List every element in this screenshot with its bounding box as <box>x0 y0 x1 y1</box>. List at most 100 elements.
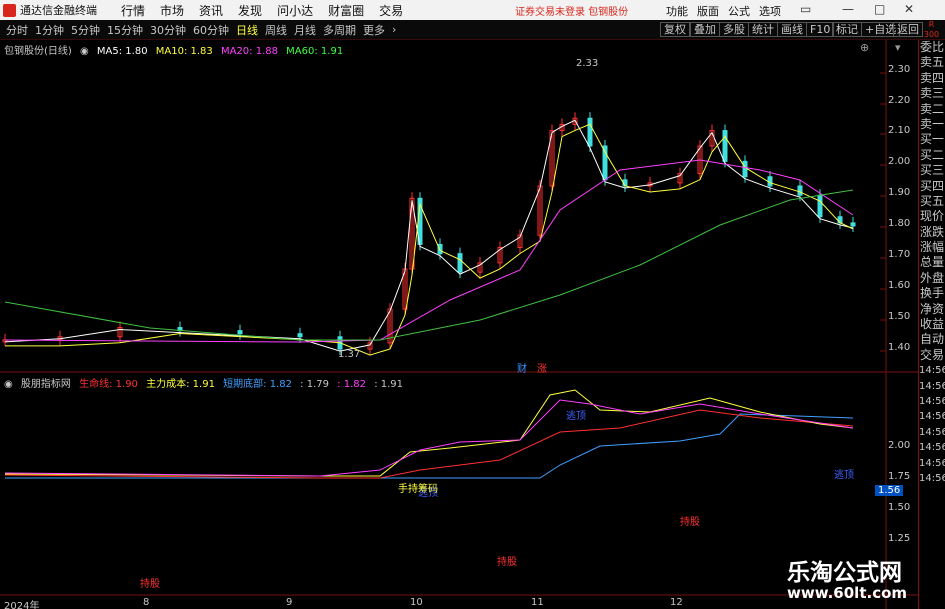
right-panel-item[interactable]: 收益 <box>919 317 945 332</box>
right-panel-item[interactable]: 14:56 <box>919 394 945 409</box>
indicator-settings-icon[interactable]: ◉ <box>4 379 13 390</box>
ma60-legend: MA60: 1.91 <box>286 46 344 57</box>
rise-mark[interactable]: 涨 <box>537 360 547 375</box>
menu-layout[interactable]: 版面 <box>697 3 719 19</box>
main-cost-legend: 主力成本: 1.91 <box>146 379 215 390</box>
right-panel-item[interactable]: 换手 <box>919 286 945 301</box>
right-panel-item[interactable]: 卖二 <box>919 102 945 117</box>
app-title: 通达信金融终端 <box>20 4 97 17</box>
low-price-label: 1.37 <box>338 349 361 360</box>
right-panel-item[interactable]: 买三 <box>919 163 945 178</box>
series4-legend: : 1.79 <box>300 379 329 390</box>
period-tab[interactable]: 月线 <box>294 22 316 38</box>
right-panel-item[interactable]: 14:56 <box>919 379 945 394</box>
right-panel-item[interactable]: 买一 <box>919 132 945 147</box>
lifeline-line <box>4 409 854 479</box>
right-panel-item[interactable]: 卖三 <box>919 86 945 101</box>
x-tick: 9 <box>286 597 293 608</box>
period-tab[interactable]: 周线 <box>265 22 287 38</box>
draw-line-button[interactable]: 画线 <box>777 22 807 37</box>
right-panel-item[interactable]: 14:56 <box>919 409 945 424</box>
right-panel-item[interactable]: 14:56 <box>919 440 945 455</box>
mark-button[interactable]: 标记 <box>832 22 862 37</box>
restore-rights-button[interactable]: 复权 <box>660 22 690 37</box>
menu-discover[interactable]: 发现 <box>238 2 262 19</box>
right-panel-item[interactable]: 涨跌 <box>919 225 945 240</box>
right-panel-item[interactable]: 外盘 <box>919 271 945 286</box>
x-tick: 10 <box>410 597 423 608</box>
right-panel-item[interactable]: 交易 <box>919 348 945 363</box>
candle <box>797 185 803 196</box>
multi-stock-button[interactable]: 多股 <box>719 22 749 37</box>
y-tick: 1.90 <box>888 187 911 198</box>
period-tab[interactable]: 5分钟 <box>71 22 100 38</box>
pin-icon[interactable]: ⊕ <box>860 41 869 54</box>
f10-button[interactable]: F10 <box>806 22 835 37</box>
settings-icon[interactable]: ◉ <box>80 46 89 57</box>
hold-signal: 持股 <box>680 517 700 528</box>
right-panel-item[interactable]: 买四 <box>919 179 945 194</box>
statistics-button[interactable]: 统计 <box>748 22 778 37</box>
period-tab-more[interactable]: 更多 <box>363 22 385 38</box>
menu-trade[interactable]: 交易 <box>379 2 403 19</box>
menu-bar: 通达信金融终端 行情 市场 资讯 发现 问小达 财富圈 交易 证券交易未登录 包… <box>0 0 945 20</box>
escape-top-signal: 逃顶 <box>834 470 854 481</box>
right-panel-item[interactable]: 14:56 <box>919 363 945 378</box>
x-tick: 12 <box>670 597 683 608</box>
overlay-button[interactable]: 叠加 <box>690 22 720 37</box>
login-status[interactable]: 证券交易未登录 包钢股份 <box>515 3 628 18</box>
right-panel-item[interactable]: 卖一 <box>919 117 945 132</box>
period-tab[interactable]: 分时 <box>6 22 28 38</box>
menu-quotes[interactable]: 行情 <box>121 2 145 19</box>
x-tick: 8 <box>143 597 150 608</box>
candle <box>297 333 303 338</box>
finance-mark[interactable]: 财 <box>517 360 527 375</box>
right-panel-item[interactable]: 卖五 <box>919 55 945 70</box>
right-panel-item[interactable]: 买二 <box>919 148 945 163</box>
right-panel-item[interactable]: 14:56 <box>919 425 945 440</box>
app-logo-icon <box>3 3 16 17</box>
y-tick: 1.70 <box>888 249 911 260</box>
right-panel-item[interactable]: 总量 <box>919 255 945 270</box>
price-chart[interactable] <box>0 40 918 609</box>
collapse-icon[interactable]: ▾ <box>895 41 901 54</box>
period-tab[interactable]: 1分钟 <box>35 22 64 38</box>
menu-options[interactable]: 选项 <box>759 3 781 19</box>
period-tab[interactable]: 30分钟 <box>150 22 186 38</box>
chevron-right-icon[interactable]: › <box>392 23 396 36</box>
right-panel-item[interactable]: 14:56 <box>919 456 945 471</box>
ma10-legend: MA10: 1.83 <box>155 46 213 57</box>
right-panel-item[interactable]: 涨幅 <box>919 240 945 255</box>
maximize-icon[interactable]: □ <box>874 2 885 16</box>
right-panel-item[interactable]: 卖四 <box>919 71 945 86</box>
menu-formula[interactable]: 公式 <box>728 3 750 19</box>
minimize-icon[interactable]: — <box>842 2 854 16</box>
y-tick: 2.10 <box>888 125 911 136</box>
menu-ask[interactable]: 问小达 <box>277 2 313 19</box>
period-tab[interactable]: 15分钟 <box>107 22 143 38</box>
series5-legend: : 1.82 <box>337 379 366 390</box>
period-tab[interactable]: 60分钟 <box>193 22 229 38</box>
right-panel-item[interactable]: 自动 <box>919 332 945 347</box>
restore-icon[interactable]: ▭ <box>800 2 811 16</box>
menu-market[interactable]: 市场 <box>160 2 184 19</box>
series5-line <box>4 399 854 477</box>
right-panel-item[interactable]: 净资 <box>919 302 945 317</box>
indicator-y-tick: 1.25 <box>888 533 911 544</box>
right-panel-item[interactable]: 现价 <box>919 209 945 224</box>
ma20-legend: MA20: 1.88 <box>220 46 278 57</box>
stock-title: 包钢股份(日线) <box>4 46 72 57</box>
period-tab[interactable]: 多周期 <box>323 22 356 38</box>
menu-function[interactable]: 功能 <box>666 3 688 19</box>
menu-news[interactable]: 资讯 <box>199 2 223 19</box>
right-panel-item[interactable]: 14:56 <box>919 471 945 486</box>
menu-wealth[interactable]: 财富圈 <box>328 2 364 19</box>
period-tab-daily[interactable]: 日线 <box>236 22 258 38</box>
chip-signal: 手持筹码 <box>398 484 438 495</box>
right-panel-item[interactable]: 委比 <box>919 40 945 55</box>
y-tick: 2.00 <box>888 156 911 167</box>
right-panel-item[interactable]: 买五 <box>919 194 945 209</box>
indicator-y-tick: 1.50 <box>888 502 911 513</box>
ma60-line <box>4 189 854 341</box>
close-icon[interactable]: ✕ <box>904 2 914 16</box>
